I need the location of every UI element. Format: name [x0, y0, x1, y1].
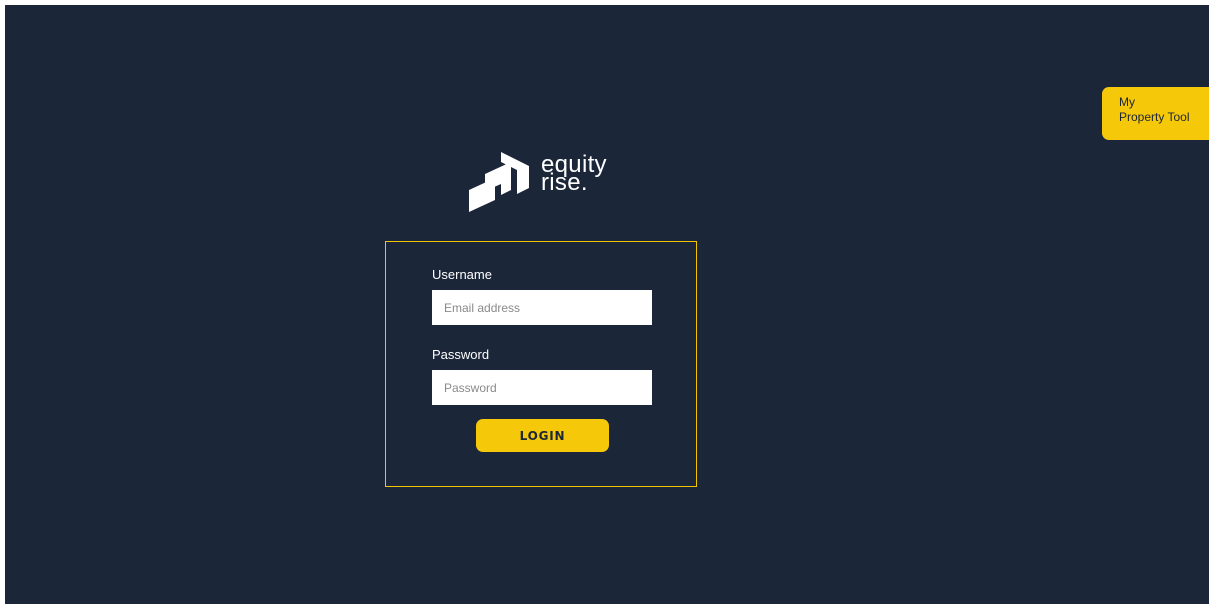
login-button[interactable]: LOGIN	[476, 419, 609, 452]
login-page: My Property Tool equity rise. Username P…	[5, 5, 1209, 604]
password-label: Password	[432, 347, 490, 362]
side-tab-line-1: My	[1119, 95, 1135, 109]
equity-rise-logo-icon	[469, 152, 529, 212]
my-property-tool-tab[interactable]: My Property Tool	[1102, 87, 1209, 140]
username-label: Username	[432, 267, 492, 282]
username-input[interactable]	[432, 290, 652, 325]
brand-logo: equity rise.	[465, 148, 625, 220]
side-tab-line-2: Property Tool	[1119, 110, 1190, 124]
brand-wordmark: equity rise.	[541, 153, 607, 195]
password-input[interactable]	[432, 370, 652, 405]
login-panel: Username Password LOGIN	[385, 241, 697, 487]
